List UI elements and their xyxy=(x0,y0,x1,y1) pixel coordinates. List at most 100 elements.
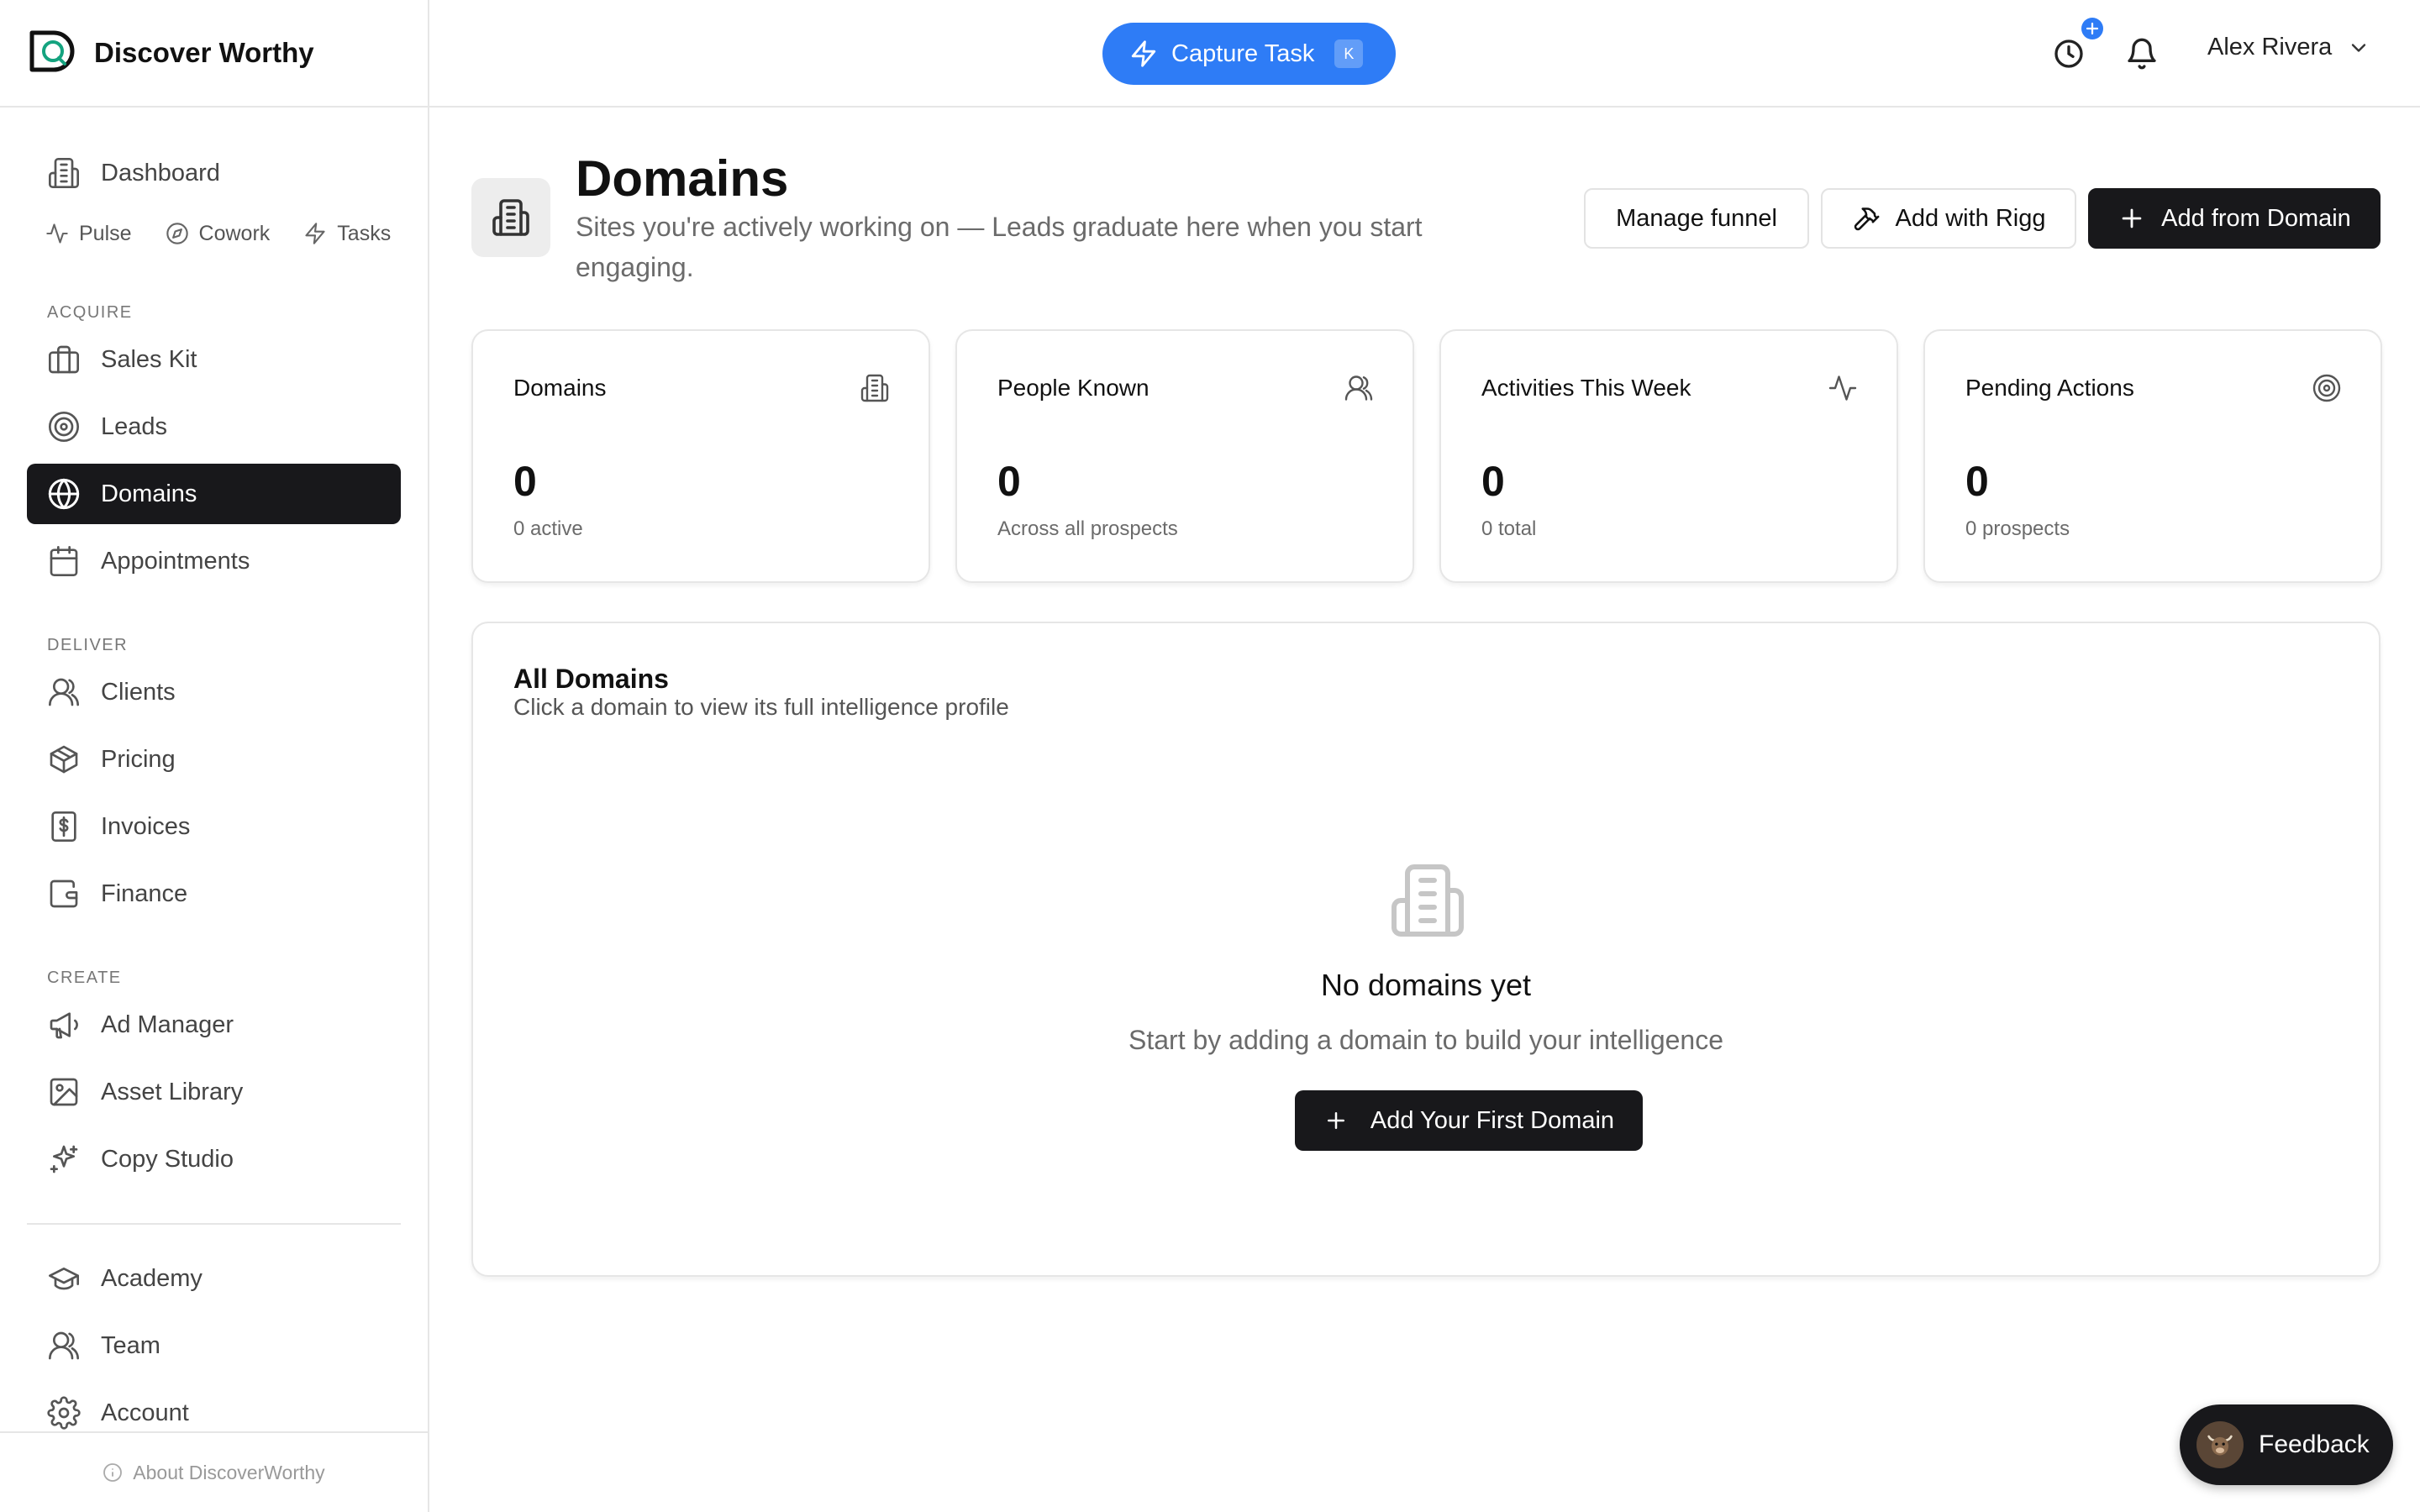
sub-item-label: Cowork xyxy=(198,221,271,245)
bull-mascot-icon xyxy=(2207,1435,2233,1456)
add-first-domain-button[interactable]: Add Your First Domain xyxy=(1295,1090,1643,1151)
building-icon xyxy=(860,373,890,403)
sidebar-item-label: Dashboard xyxy=(101,159,220,186)
megaphone-icon xyxy=(50,1012,78,1039)
sidebar-item-domains[interactable]: Domains xyxy=(27,464,401,524)
panel-subtitle: Click a domain to view its full intellig… xyxy=(513,694,1009,720)
sparkles-icon xyxy=(50,1145,78,1173)
sub-item-tasks[interactable]: Tasks xyxy=(303,222,391,246)
page-title: Domains xyxy=(576,150,789,207)
clock-icon xyxy=(2054,39,2083,68)
activity-icon xyxy=(1828,373,1858,403)
building-icon xyxy=(49,158,79,189)
capture-task-button[interactable]: Capture Task K xyxy=(1102,23,1396,85)
sidebar-item-label: Pricing xyxy=(101,745,176,773)
shortcut-badge: K xyxy=(1334,39,1364,68)
sub-item-label: Tasks xyxy=(337,221,392,245)
image-icon xyxy=(50,1078,78,1106)
sidebar-item-sales-kit[interactable]: Sales Kit xyxy=(27,329,401,390)
stat-title: Domains xyxy=(513,375,607,401)
target-icon xyxy=(2312,373,2342,403)
plus-icon xyxy=(2122,208,2142,228)
users-icon xyxy=(49,1331,80,1360)
feedback-avatar xyxy=(2196,1421,2244,1468)
brand-logo-icon xyxy=(29,30,75,72)
feedback-button[interactable]: Feedback xyxy=(2180,1404,2393,1485)
sidebar-item-label: Ad Manager xyxy=(101,1011,234,1038)
sidebar-item-ad-manager[interactable]: Ad Manager xyxy=(27,995,401,1055)
sidebar-item-leads[interactable]: Leads xyxy=(27,396,401,457)
section-label-acquire: ACQUIRE xyxy=(47,303,133,322)
sidebar: Discover Worthy Dashboard Pulse Cowork T… xyxy=(0,0,429,1512)
target-icon xyxy=(49,412,79,442)
sidebar-item-label: Domains xyxy=(101,480,197,507)
wallet-icon xyxy=(50,879,78,908)
lightning-icon xyxy=(1131,40,1156,67)
gear-icon xyxy=(47,1396,81,1430)
panel-title: All Domains xyxy=(513,664,669,694)
sidebar-item-dashboard[interactable]: Dashboard xyxy=(27,143,401,203)
empty-state-title: No domains yet xyxy=(1320,968,1532,1002)
plus-icon xyxy=(2086,22,2099,35)
about-link[interactable]: About DiscoverWorthy xyxy=(0,1431,428,1512)
empty-state-subtitle: Start by adding a domain to build your i… xyxy=(1128,1025,1723,1055)
sidebar-item-label: Invoices xyxy=(101,812,191,840)
sidebar-item-asset-library[interactable]: Asset Library xyxy=(27,1062,401,1122)
add-with-rigg-button[interactable]: Add with Rigg xyxy=(1821,188,2076,249)
pulse-icon xyxy=(46,223,68,244)
sidebar-item-label: Asset Library xyxy=(101,1078,244,1105)
user-menu[interactable]: Alex Rivera xyxy=(2207,34,2370,61)
building-icon xyxy=(492,199,529,236)
sub-item-pulse[interactable]: Pulse xyxy=(45,222,132,246)
sidebar-item-label: Clients xyxy=(101,678,176,706)
stat-card-people-known: People Known 0 Across all prospects xyxy=(955,329,1414,583)
sidebar-item-pricing[interactable]: Pricing xyxy=(27,729,401,790)
main-content: Domains Sites you're actively working on… xyxy=(429,108,2420,1512)
sidebar-item-label: Academy xyxy=(101,1264,203,1292)
calendar-icon xyxy=(50,546,78,576)
graduation-cap-icon xyxy=(49,1268,79,1290)
compass-icon xyxy=(166,223,188,244)
sidebar-item-label: Team xyxy=(101,1331,160,1359)
brand-name: Discover Worthy xyxy=(94,37,314,68)
plus-icon xyxy=(1327,1112,1344,1129)
sidebar-item-invoices[interactable]: Invoices xyxy=(27,796,401,857)
globe-icon xyxy=(48,478,80,510)
sub-item-cowork[interactable]: Cowork xyxy=(166,221,271,246)
sidebar-item-label: Finance xyxy=(101,879,188,907)
stat-value: 0 xyxy=(513,458,537,505)
stat-title: Activities This Week xyxy=(1481,375,1691,401)
brand[interactable]: Discover Worthy xyxy=(0,0,428,108)
info-icon xyxy=(103,1463,123,1482)
notifications-button[interactable] xyxy=(2125,37,2159,71)
stat-subtext: 0 prospects xyxy=(1965,517,2070,540)
package-icon xyxy=(50,745,78,774)
lightning-icon xyxy=(305,223,325,244)
sidebar-item-label: Sales Kit xyxy=(101,345,197,373)
sidebar-item-copy-studio[interactable]: Copy Studio xyxy=(27,1129,401,1189)
bell-icon xyxy=(2128,38,2156,70)
manage-funnel-button[interactable]: Manage funnel xyxy=(1584,188,1809,249)
stat-card-domains: Domains 0 0 active xyxy=(471,329,930,583)
stat-title: Pending Actions xyxy=(1965,375,2134,401)
empty-state-building-icon xyxy=(1387,860,1468,941)
stat-card-pending-actions: Pending Actions 0 0 prospects xyxy=(1923,329,2382,583)
sidebar-nav: Dashboard Pulse Cowork Tasks ACQUIRE Sal… xyxy=(0,143,428,1443)
add-from-domain-label: Add from Domain xyxy=(2161,204,2351,232)
manage-funnel-label: Manage funnel xyxy=(1616,204,1777,232)
sidebar-item-academy[interactable]: Academy xyxy=(27,1248,401,1309)
stat-subtext: 0 active xyxy=(513,517,583,540)
sidebar-item-clients[interactable]: Clients xyxy=(27,662,401,722)
sidebar-item-team[interactable]: Team xyxy=(27,1315,401,1376)
page-subtitle: Sites you're actively working on — Leads… xyxy=(576,212,1423,282)
sidebar-item-finance[interactable]: Finance xyxy=(27,864,401,924)
sidebar-item-label: Copy Studio xyxy=(101,1145,234,1173)
stat-card-activities: Activities This Week 0 0 total xyxy=(1439,329,1898,583)
timer-button[interactable] xyxy=(2052,37,2086,71)
user-icon xyxy=(49,678,80,706)
hammer-icon xyxy=(1854,207,1879,231)
sidebar-item-label: Leads xyxy=(101,412,168,440)
sidebar-item-appointments[interactable]: Appointments xyxy=(27,531,401,591)
add-from-domain-button[interactable]: Add from Domain xyxy=(2088,188,2381,249)
receipt-dollar-icon xyxy=(51,811,76,842)
